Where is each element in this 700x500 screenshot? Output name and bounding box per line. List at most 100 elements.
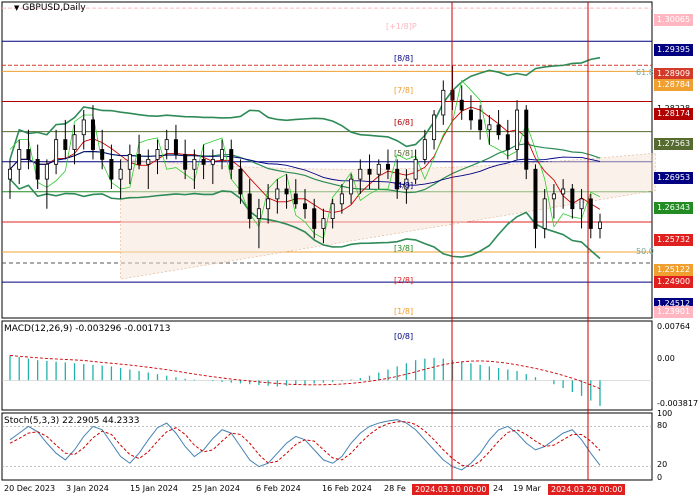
candle-body <box>155 149 160 160</box>
candle-body <box>44 163 49 180</box>
time-axis-label: 15 Jan 2024 <box>130 484 178 493</box>
stoch-axis-label: 20 <box>654 459 671 471</box>
price-axis-tag: 1.24900 <box>654 276 694 288</box>
candle-body <box>35 158 40 180</box>
candle-body <box>275 188 280 200</box>
murrey-level-label: [0/8] <box>394 332 414 341</box>
murrey-level-label: [2/8] <box>394 276 414 285</box>
price-axis-tag: 1.25122 <box>654 264 694 276</box>
fibonacci-label: 61.8 <box>636 68 654 77</box>
candle-body <box>256 208 261 219</box>
candle-body <box>192 158 197 170</box>
candle-body <box>312 208 317 229</box>
candle-body <box>201 158 206 165</box>
symbol-label: ▼ GBPUSD,Daily <box>14 3 86 13</box>
candle-body <box>487 124 492 131</box>
candle-body <box>570 188 575 210</box>
candle-body <box>247 193 252 219</box>
candle-body <box>210 158 215 165</box>
candle-body <box>598 221 603 229</box>
candle-body <box>220 149 225 160</box>
candle-body <box>293 193 298 205</box>
candle-body <box>358 168 363 180</box>
candle-body <box>284 188 289 195</box>
candle-body <box>7 168 12 180</box>
price-axis-tag: 1.26343 <box>654 202 694 214</box>
candle-body <box>441 89 446 116</box>
candle-body <box>533 168 538 229</box>
candle-body <box>321 218 326 229</box>
time-axis-label: 20 Dec 2023 <box>4 484 56 493</box>
price-axis-tag: 1.29395 <box>654 44 694 56</box>
price-axis-tag: 1.23901 <box>654 306 694 318</box>
candle-body <box>496 124 501 136</box>
murrey-level-label: [5/8] <box>394 149 414 158</box>
pane-frame <box>1 1 653 319</box>
time-axis-label: 19 Mar <box>513 484 541 493</box>
murrey-level-label: [3/8] <box>394 244 414 253</box>
murrey-level-label: [8/8] <box>394 54 414 63</box>
candle-body <box>367 168 372 175</box>
stoch-axis-label: 80 <box>654 420 671 432</box>
price-axis-tag: 1.26953 <box>654 172 694 184</box>
time-axis-label: 24 <box>493 484 504 493</box>
candle-body <box>146 158 151 165</box>
price-axis-tag: 1.25732 <box>654 234 694 246</box>
collapse-arrow-icon[interactable]: ▼ <box>14 4 19 12</box>
fibonacci-label: 50.0 <box>636 247 654 256</box>
candle-body <box>505 134 510 150</box>
candle-body <box>561 188 566 195</box>
candle-body <box>551 193 556 200</box>
candle-body <box>302 203 307 210</box>
candle-body <box>100 149 105 160</box>
candle-body <box>376 163 381 175</box>
candle-body <box>127 154 132 170</box>
price-axis-tag: 1.27563 <box>654 138 694 150</box>
candle-body <box>90 119 95 150</box>
candle-body <box>109 158 114 180</box>
candle-body <box>183 154 188 170</box>
candle-body <box>588 198 593 229</box>
time-axis-label: 28 Fe <box>384 484 406 493</box>
candle-body <box>422 139 427 160</box>
pane-frame <box>1 320 653 411</box>
macd-label: MACD(12,26,9) -0.003296 -0.001713 <box>4 324 171 334</box>
murrey-level-label: [4/8] <box>394 181 414 190</box>
murrey-level-label: [+1/8]P <box>386 22 417 31</box>
time-marker-tag: 2024.03.29 00:00 <box>548 484 626 495</box>
price-axis-tag: 1.28784 <box>654 79 694 91</box>
stoch-axis-label: 100 <box>654 408 676 420</box>
candle-body <box>478 119 483 131</box>
time-axis-label: 16 Feb 2024 <box>322 484 372 493</box>
candle-body <box>459 99 464 111</box>
price-axis-tag: 1.28174 <box>654 108 694 120</box>
symbol-timeframe-text: GBPUSD,Daily <box>22 3 86 13</box>
candle-body <box>385 163 390 170</box>
candle-body <box>432 114 437 141</box>
stoch-label: Stoch(5,3,3) 22.2905 44.2333 <box>4 416 140 426</box>
stoch-axis-label: 0 <box>654 472 666 484</box>
candle-body <box>349 178 354 195</box>
candle-body <box>515 109 520 150</box>
candle-body <box>63 139 68 150</box>
candle-body <box>579 198 584 210</box>
time-marker-tag: 2024.03.10 00:00 <box>412 484 490 495</box>
candle-body <box>26 149 31 160</box>
candle-body <box>173 139 178 155</box>
candle-body <box>339 193 344 205</box>
candle-body <box>413 158 418 180</box>
murrey-level-label: [1/8] <box>394 307 414 316</box>
candle-body <box>54 139 59 165</box>
candle-body <box>238 168 243 195</box>
murrey-level-label: [7/8] <box>394 86 414 95</box>
candle-body <box>468 109 473 121</box>
price-axis-tag: 1.30065 <box>654 14 694 26</box>
candle-body <box>164 139 169 150</box>
macd-axis-label: 0.00 <box>654 353 678 365</box>
candle-body <box>542 198 547 229</box>
murrey-level-label: [6/8] <box>394 118 414 127</box>
macd-axis-label: 0.00764 <box>654 321 694 333</box>
time-axis-label: 25 Jan 2024 <box>192 484 240 493</box>
candle-body <box>266 198 271 210</box>
candle-body <box>330 203 335 219</box>
